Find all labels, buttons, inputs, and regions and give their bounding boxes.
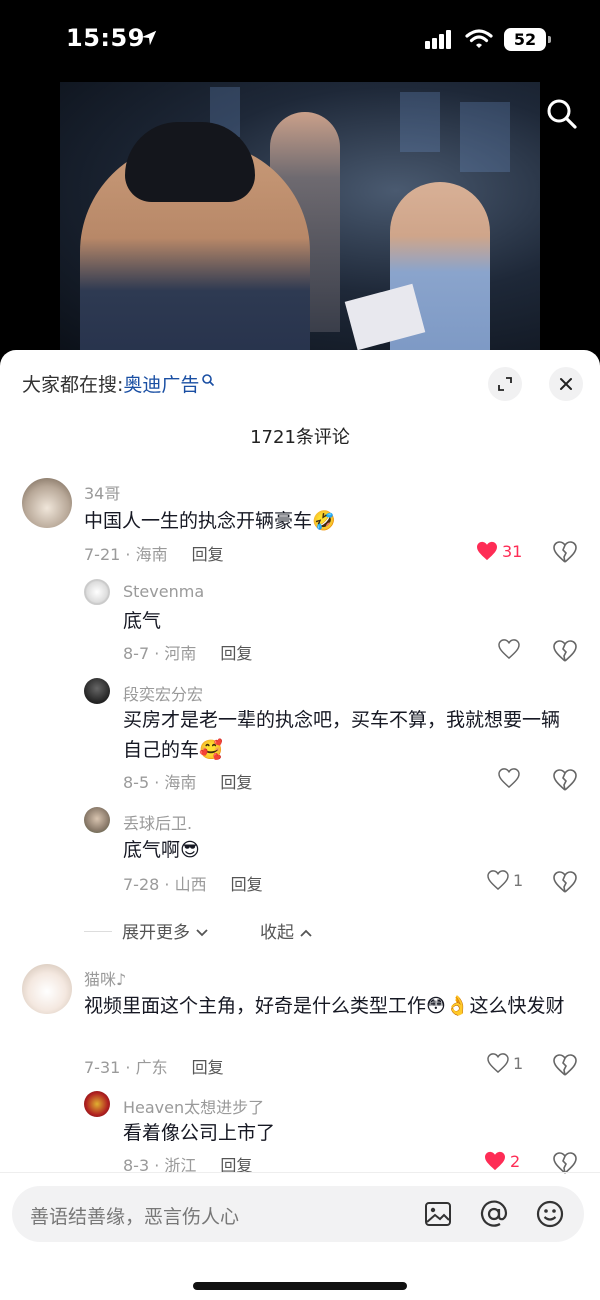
search-icon[interactable] xyxy=(542,94,582,134)
chevron-up-icon xyxy=(300,929,313,937)
heart-icon xyxy=(487,1053,509,1073)
expand-button[interactable] xyxy=(488,367,522,401)
like-button[interactable]: 31 xyxy=(476,541,522,561)
comment-username[interactable]: 段奕宏分宏 xyxy=(123,681,203,705)
reply-button[interactable]: 回复 xyxy=(220,644,252,663)
trending-search-prefix: 大家都在搜: xyxy=(22,374,124,396)
image-icon[interactable] xyxy=(422,1198,454,1230)
emoji-icon[interactable] xyxy=(534,1198,566,1230)
comment-text: 视频里面这个主角，好奇是什么类型工作😳👌这么快发财 xyxy=(84,995,565,1017)
small-search-icon xyxy=(202,374,215,387)
comment-meta: 7-21 · 海南 回复 xyxy=(84,541,224,565)
heart-icon xyxy=(498,768,520,788)
trending-search[interactable]: 大家都在搜:奥迪广告 xyxy=(22,370,215,397)
trending-search-keyword[interactable]: 奥迪广告 xyxy=(123,374,199,396)
avatar[interactable] xyxy=(22,478,72,528)
comment-username[interactable]: 34哥 xyxy=(84,480,120,504)
at-icon[interactable] xyxy=(478,1198,510,1230)
comment-meta: 7-28 · 山西 回复 xyxy=(123,871,263,895)
comment-date-location: 7-31 · 广东 xyxy=(84,1058,168,1077)
comment-date-location: 7-28 · 山西 xyxy=(123,875,207,894)
reply-button[interactable]: 回复 xyxy=(192,1058,224,1077)
wifi-icon xyxy=(465,29,493,48)
divider xyxy=(0,1172,600,1173)
chevron-down-icon xyxy=(196,929,209,937)
status-time: 15:59 xyxy=(66,24,145,52)
close-button[interactable] xyxy=(549,367,583,401)
comment-text: 底气啊😎 xyxy=(123,839,200,861)
like-count: 31 xyxy=(502,541,523,561)
expand-more-label: 展开更多 xyxy=(122,923,190,943)
comment-text: 看着像公司上市了 xyxy=(123,1122,276,1144)
expand-icon xyxy=(498,377,512,391)
heart-icon xyxy=(485,1151,505,1171)
broken-heart-icon[interactable] xyxy=(553,639,577,663)
broken-heart-icon[interactable] xyxy=(553,870,577,894)
avatar[interactable] xyxy=(84,807,110,833)
close-icon xyxy=(560,378,572,390)
comment-username[interactable]: Stevenma xyxy=(123,582,204,601)
comment-date-location: 7-21 · 海南 xyxy=(84,545,168,564)
comment-text: 底气 xyxy=(123,610,162,632)
comment-text: 中国人一生的执念开辆豪车🤣 xyxy=(84,510,336,532)
cellular-signal-icon xyxy=(425,30,453,49)
comment-count: 1721条评论 xyxy=(250,427,350,448)
avatar[interactable] xyxy=(84,678,110,704)
comment-username[interactable]: Heaven太想进步了 xyxy=(123,1094,264,1118)
expand-more-button[interactable]: 展开更多 xyxy=(84,918,209,943)
comment-input[interactable]: 善语结善缘，恶言伤人心 xyxy=(12,1186,584,1242)
like-count: 1 xyxy=(513,1053,524,1073)
like-count: 1 xyxy=(513,870,524,890)
heart-icon xyxy=(477,541,497,561)
like-button[interactable]: 2 xyxy=(484,1151,520,1171)
broken-heart-icon[interactable] xyxy=(553,540,577,564)
collapse-label: 收起 xyxy=(260,923,294,943)
comment-meta: 8-7 · 河南 回复 xyxy=(123,640,252,664)
avatar[interactable] xyxy=(84,1091,110,1117)
broken-heart-icon[interactable] xyxy=(553,1053,577,1077)
like-button[interactable] xyxy=(498,768,520,788)
collapse-button[interactable]: 收起 xyxy=(260,918,313,943)
like-button[interactable]: 1 xyxy=(487,1053,523,1073)
avatar[interactable] xyxy=(22,964,72,1014)
heart-icon xyxy=(498,639,520,659)
comment-input-placeholder: 善语结善缘，恶言伤人心 xyxy=(30,1206,240,1228)
comment-username[interactable]: 丢球后卫. xyxy=(123,810,192,834)
broken-heart-icon[interactable] xyxy=(553,768,577,792)
comment-meta: 7-31 · 广东 回复 xyxy=(84,1054,224,1078)
battery-indicator: 52 xyxy=(504,28,551,51)
comment-text: 买房才是老一辈的执念吧，买车不算，我就想要一辆自己的车🥰 xyxy=(123,709,561,761)
heart-icon xyxy=(487,870,509,890)
comment-date-location: 8-5 · 海南 xyxy=(123,773,197,792)
location-arrow-icon xyxy=(141,30,157,46)
reply-button[interactable]: 回复 xyxy=(231,875,263,894)
like-count: 2 xyxy=(510,1151,521,1171)
video-player[interactable] xyxy=(60,82,540,354)
comment-sheet: 大家都在搜:奥迪广告 1721条评论 34哥 中国人一生的执念开辆豪车🤣 7-2… xyxy=(0,350,600,1300)
comment-username[interactable]: 猫咪♪ xyxy=(84,966,126,990)
like-button[interactable]: 1 xyxy=(487,870,523,890)
avatar[interactable] xyxy=(84,579,110,605)
comment-meta: 8-5 · 海南 回复 xyxy=(123,769,252,793)
like-button[interactable] xyxy=(498,639,520,659)
home-indicator[interactable] xyxy=(193,1282,407,1290)
reply-button[interactable]: 回复 xyxy=(220,773,252,792)
status-bar: 15:59 52 xyxy=(0,0,600,80)
comment-date-location: 8-7 · 河南 xyxy=(123,644,197,663)
reply-button[interactable]: 回复 xyxy=(192,545,224,564)
